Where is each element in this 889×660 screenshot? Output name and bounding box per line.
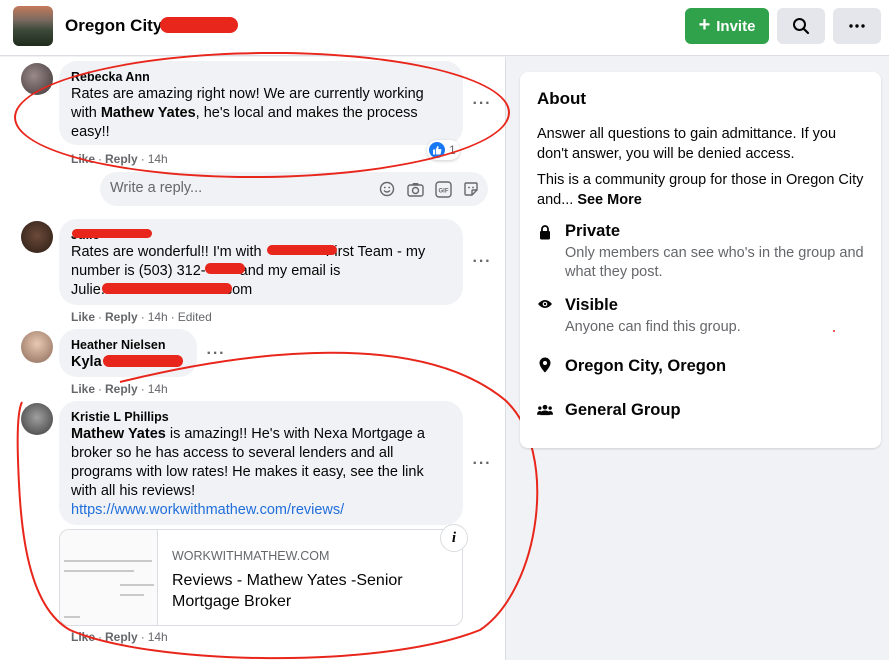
emoji-icon[interactable]: [378, 180, 396, 198]
avatar[interactable]: [21, 403, 53, 435]
comment-options-icon[interactable]: ···: [470, 250, 494, 274]
comment-author[interactable]: Heather Nielsen: [71, 337, 185, 353]
comment-text: Rates are amazing right now! We are curr…: [71, 86, 424, 140]
eye-icon: [537, 296, 553, 312]
comment-options-icon[interactable]: ···: [470, 92, 494, 116]
comment-time[interactable]: 14h: [148, 152, 168, 166]
avatar[interactable]: [21, 63, 53, 95]
reaction-count[interactable]: 1: [427, 140, 460, 160]
comment-time[interactable]: 14h: [148, 630, 168, 644]
visibility-title: Visible: [565, 296, 618, 314]
reply-link[interactable]: Reply: [105, 152, 138, 166]
reply-tools: GIF: [378, 180, 480, 198]
about-description: This is a community group for those in O…: [537, 172, 864, 208]
comment-actions: Like · Reply · 14h: [71, 630, 168, 644]
review-link[interactable]: https://www.workwithmathew.com/reviews/: [71, 502, 344, 518]
edited-label: Edited: [177, 310, 212, 324]
redaction-mark: [267, 245, 337, 255]
mention-link[interactable]: Mathew Yates: [71, 426, 166, 442]
about-panel: About Answer all questions to gain admit…: [520, 72, 881, 448]
sticker-icon[interactable]: [462, 180, 480, 198]
comment-options-icon[interactable]: ···: [204, 342, 228, 366]
redaction-mark: [160, 17, 238, 33]
reply-placeholder: Write a reply...: [110, 180, 203, 196]
group-header: Oregon City + Invite: [0, 0, 889, 56]
svg-text:GIF: GIF: [438, 188, 448, 194]
comment-author[interactable]: Kristie L Phillips: [71, 409, 451, 425]
gif-icon[interactable]: GIF: [434, 180, 452, 198]
redaction-mark: [103, 355, 183, 367]
link-preview-domain: WORKWITHMATHEW.COM: [172, 549, 330, 563]
more-icon: [849, 24, 865, 28]
reply-link[interactable]: Reply: [105, 382, 138, 396]
link-preview-title[interactable]: Reviews - Mathew Yates -Senior Mortgage …: [172, 570, 442, 612]
comment-actions: Like · Reply · 14h: [71, 382, 168, 396]
comment-author[interactable]: Rebecka Ann: [71, 69, 451, 85]
redaction-mark: [72, 229, 152, 238]
comment-bubble: Heather Nielsen Kyla: [59, 329, 197, 377]
more-options-button[interactable]: [833, 8, 881, 44]
reaction-number: 1: [449, 143, 456, 157]
invite-label: Invite: [716, 17, 756, 35]
like-link[interactable]: Like: [71, 310, 95, 324]
avatar[interactable]: [21, 331, 53, 363]
lock-icon: [537, 224, 553, 240]
invite-button[interactable]: + Invite: [685, 8, 769, 44]
reply-input[interactable]: Write a reply... GIF: [100, 172, 488, 206]
like-link[interactable]: Like: [71, 152, 95, 166]
search-button[interactable]: [777, 8, 825, 44]
comment-bubble: Rebecka Ann Rates are amazing right now!…: [59, 61, 463, 145]
comments-feed: Rebecka Ann Rates are amazing right now!…: [0, 57, 506, 660]
link-preview-card[interactable]: WORKWITHMATHEW.COM Reviews - Mathew Yate…: [59, 529, 463, 626]
group-members-icon: [537, 402, 553, 418]
comment-actions: Like · Reply · 14h · Edited: [71, 310, 212, 324]
like-reaction-icon: [429, 142, 445, 158]
reply-link[interactable]: Reply: [105, 310, 138, 324]
avatar[interactable]: [21, 221, 53, 253]
location-pin-icon: [537, 357, 553, 373]
group-cover-thumbnail[interactable]: [13, 6, 53, 46]
redaction-mark: [102, 283, 232, 294]
see-more-link[interactable]: See More: [577, 192, 641, 208]
link-preview-thumbnail: [60, 530, 158, 625]
plus-icon: +: [698, 14, 711, 36]
privacy-title: Private: [565, 222, 621, 240]
stray-mark: [833, 330, 835, 332]
about-rules-text: Answer all questions to gain admittance.…: [537, 126, 837, 162]
like-link[interactable]: Like: [71, 382, 95, 396]
comment-options-icon[interactable]: ···: [470, 452, 494, 476]
info-icon[interactable]: i: [440, 524, 468, 552]
comment-text: Mathew Yates is amazing!! He's with Nexa…: [71, 426, 425, 518]
group-name[interactable]: Oregon City: [65, 16, 162, 36]
group-type: General Group: [565, 401, 681, 419]
camera-icon[interactable]: [406, 180, 424, 198]
comment-actions: Like · Reply · 14h: [71, 152, 168, 166]
mention-link[interactable]: Mathew Yates: [101, 105, 196, 121]
like-link[interactable]: Like: [71, 630, 95, 644]
visibility-description: Anyone can find this group.: [565, 319, 741, 335]
privacy-description: Only members can see who's in the group …: [565, 245, 864, 280]
group-location[interactable]: Oregon City, Oregon: [565, 357, 726, 376]
comment-time[interactable]: 14h: [148, 382, 168, 396]
about-title: About: [537, 89, 587, 108]
comment-time[interactable]: 14h: [148, 310, 168, 324]
search-icon: [793, 18, 810, 35]
reply-link[interactable]: Reply: [105, 630, 138, 644]
redaction-mark: [205, 263, 245, 274]
comment-bubble: Kristie L Phillips Mathew Yates is amazi…: [59, 401, 463, 525]
